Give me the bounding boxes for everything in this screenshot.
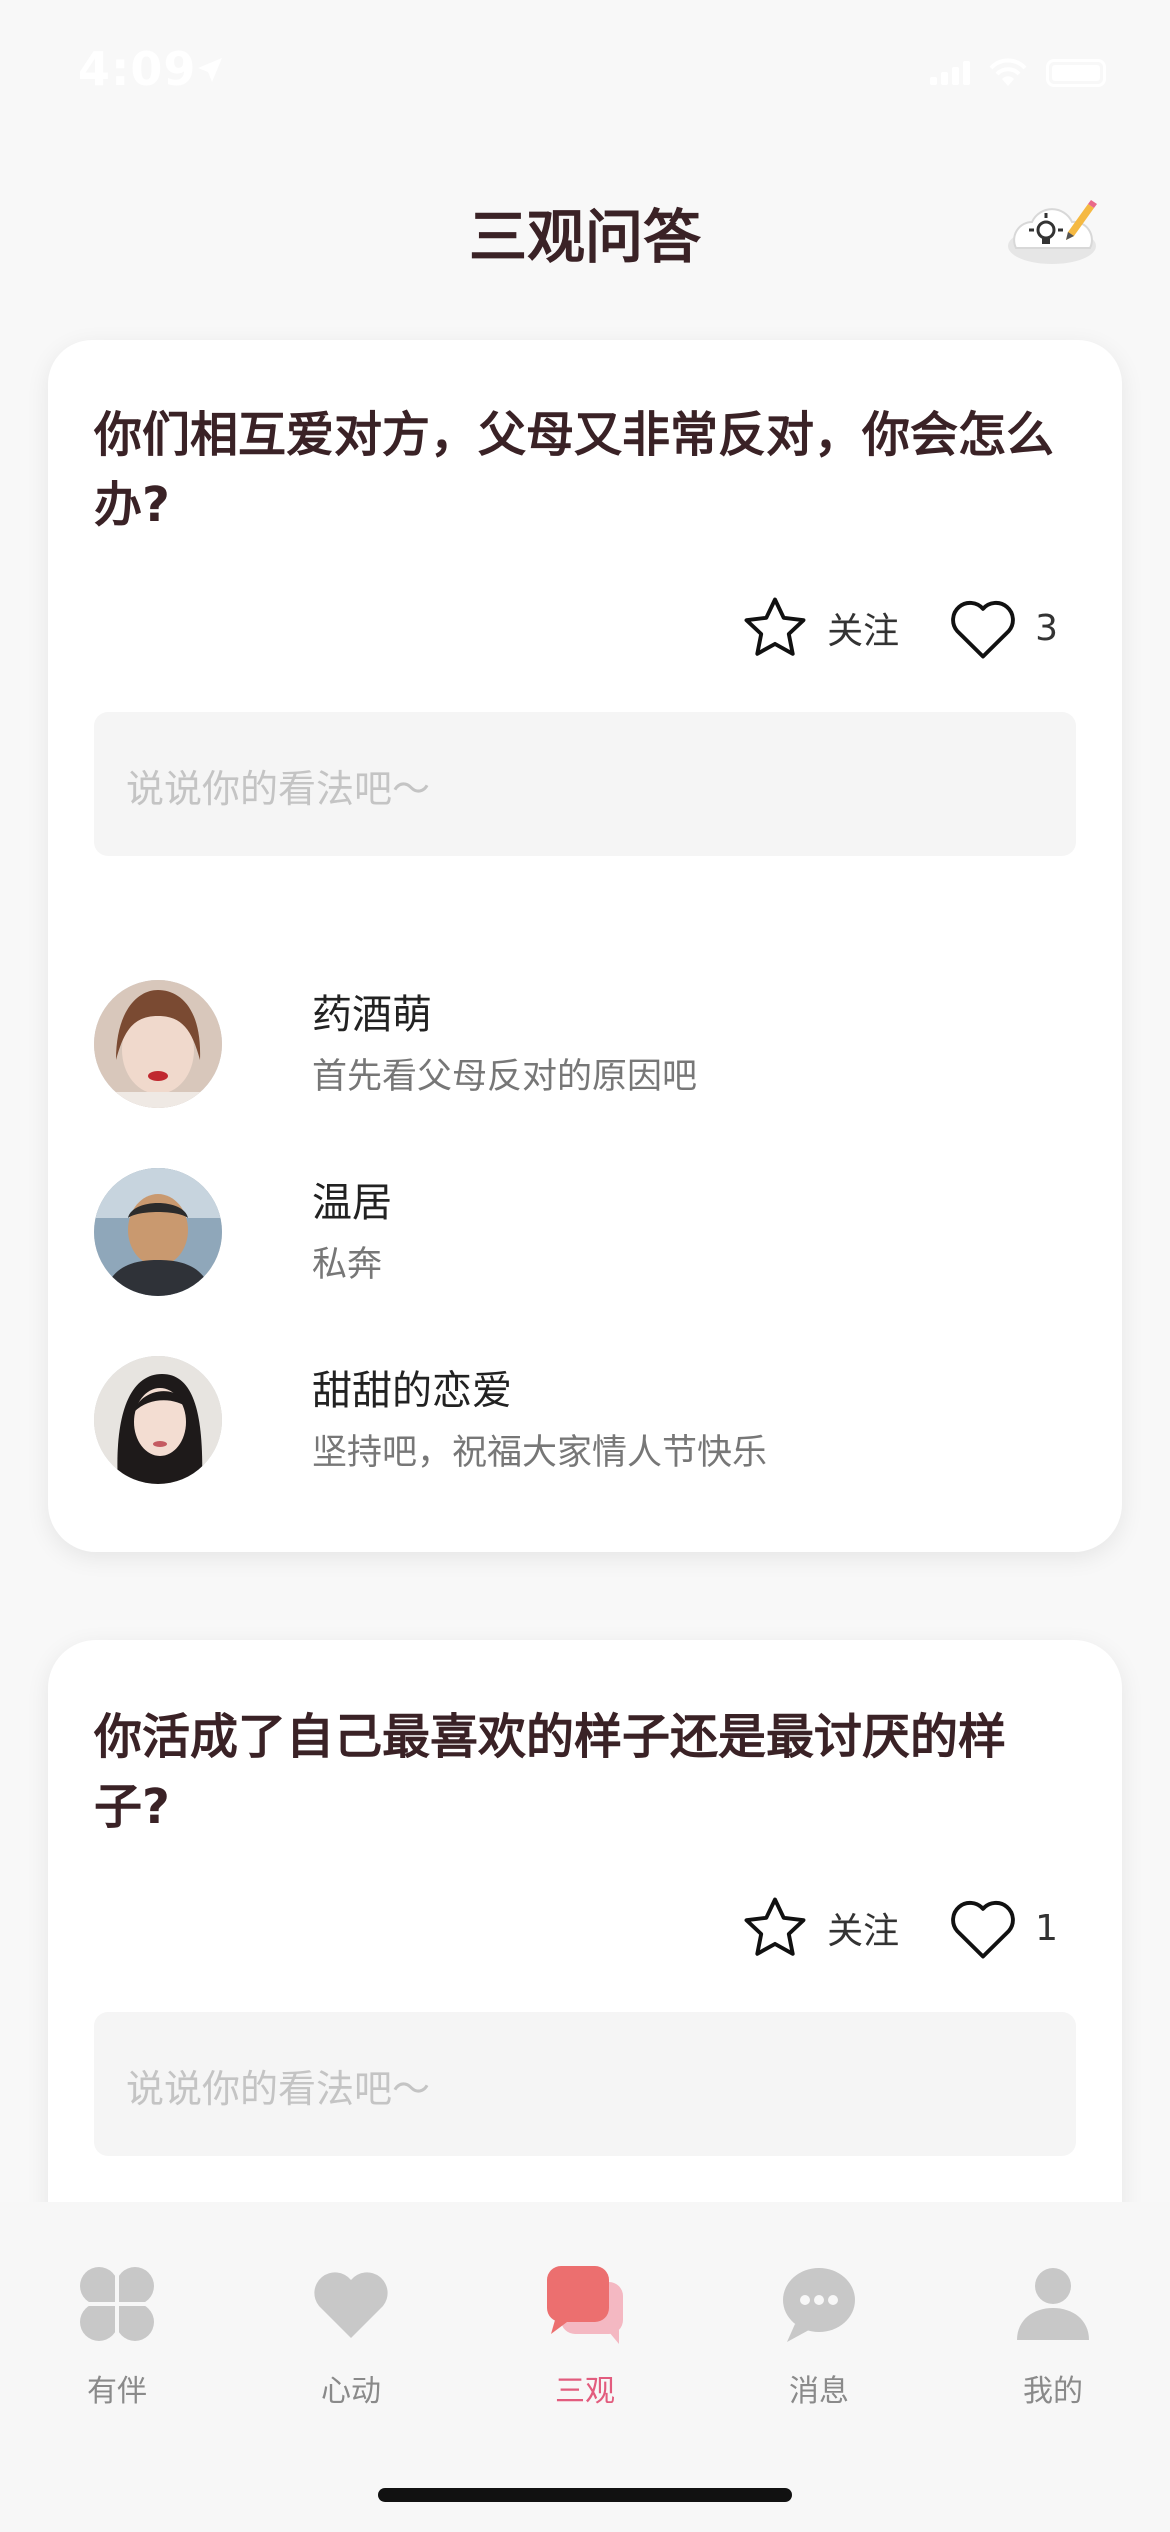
answer-item[interactable]: 药酒萌 首先看父母反对的原因吧: [94, 980, 1076, 1168]
tab-label: 心动: [321, 2374, 381, 2409]
heart-outline-icon: [951, 600, 1015, 659]
question-title[interactable]: 你们相互爱对方，父母又非常反对，你会怎么办?: [94, 400, 1062, 540]
message-icon: [783, 2268, 855, 2342]
tab-xindong[interactable]: 心动: [271, 2262, 431, 2410]
heart-icon: [314, 2272, 388, 2338]
question-card[interactable]: 你活成了自己最喜欢的样子还是最讨厌的样子? 关注 1 说说你的看法吧～: [48, 1640, 1122, 2280]
follow-label: 关注: [827, 611, 900, 652]
answer-item[interactable]: 甜甜的恋爱 坚持吧，祝福大家情人节快乐: [94, 1356, 1076, 1544]
battery-icon: [1046, 59, 1106, 87]
answer-user-name[interactable]: 甜甜的恋爱: [312, 1358, 512, 1416]
user-icon: [1017, 2268, 1089, 2340]
tab-xiaoxi[interactable]: 消息: [739, 2262, 899, 2410]
answer-text: 坚持吧，祝福大家情人节快乐: [312, 1433, 768, 1473]
tab-wode[interactable]: 我的: [973, 2262, 1133, 2410]
follow-button[interactable]: 关注: [739, 1892, 899, 1964]
clover-icon: [79, 2266, 155, 2342]
answer-list: 药酒萌 首先看父母反对的原因吧 温居 私奔 甜甜的恋爱 坚持吧，祝福大家情人节快…: [94, 980, 1076, 1544]
status-bar: 4:09: [0, 0, 1170, 140]
question-actions: 关注 1: [739, 1892, 1058, 1964]
question-title[interactable]: 你活成了自己最喜欢的样子还是最讨厌的样子?: [94, 1702, 1062, 1842]
page-title: 三观问答: [468, 203, 701, 271]
tab-label: 我的: [1023, 2374, 1083, 2409]
like-button[interactable]: 1: [947, 1895, 1058, 1961]
avatar[interactable]: [94, 980, 222, 1108]
like-count: 1: [1035, 1907, 1058, 1949]
like-count: 3: [1035, 607, 1058, 649]
follow-button[interactable]: 关注: [739, 592, 899, 664]
tab-sanguan[interactable]: 三观: [505, 2262, 665, 2410]
lightbulb-pencil-icon[interactable]: [1004, 190, 1104, 270]
heart-outline-icon: [951, 1900, 1015, 1959]
answer-user-name[interactable]: 药酒萌: [312, 982, 432, 1040]
question-card[interactable]: 你们相互爱对方，父母又非常反对，你会怎么办? 关注 3 说说你的看法吧～ 药酒萌…: [48, 340, 1122, 1552]
wifi-icon: [989, 58, 1027, 86]
avatar[interactable]: [94, 1168, 222, 1296]
answer-text: 首先看父母反对的原因吧: [312, 1057, 698, 1097]
screen: 4:09 三观问答 你们相互爱对方，父母又非常反对，你会怎么办? 关注 3 说说…: [0, 0, 1170, 2532]
status-indicators: [930, 58, 1106, 88]
tab-bar: 有伴 心动 三观 消息 我的: [0, 2202, 1170, 2532]
follow-label: 关注: [827, 1911, 900, 1952]
answer-user-name[interactable]: 温居: [312, 1170, 392, 1228]
home-indicator: [378, 2488, 792, 2502]
star-icon: [744, 597, 806, 656]
comment-input[interactable]: 说说你的看法吧～: [94, 712, 1076, 856]
tab-label: 三观: [555, 2374, 615, 2409]
like-button[interactable]: 3: [947, 595, 1058, 661]
question-actions: 关注 3: [739, 592, 1058, 664]
star-icon: [744, 1897, 806, 1956]
tab-youban[interactable]: 有伴: [37, 2262, 197, 2410]
answer-item[interactable]: 温居 私奔: [94, 1168, 1076, 1356]
tab-label: 有伴: [87, 2374, 147, 2409]
answer-text: 私奔: [312, 1245, 383, 1285]
tab-label: 消息: [789, 2374, 849, 2409]
comment-input[interactable]: 说说你的看法吧～: [94, 2012, 1076, 2156]
signal-icon: [930, 61, 970, 85]
avatar[interactable]: [94, 1356, 222, 1484]
status-time: 4:09: [78, 42, 197, 96]
location-arrow-icon: [198, 58, 222, 82]
chat-bubbles-icon: [547, 2266, 623, 2344]
